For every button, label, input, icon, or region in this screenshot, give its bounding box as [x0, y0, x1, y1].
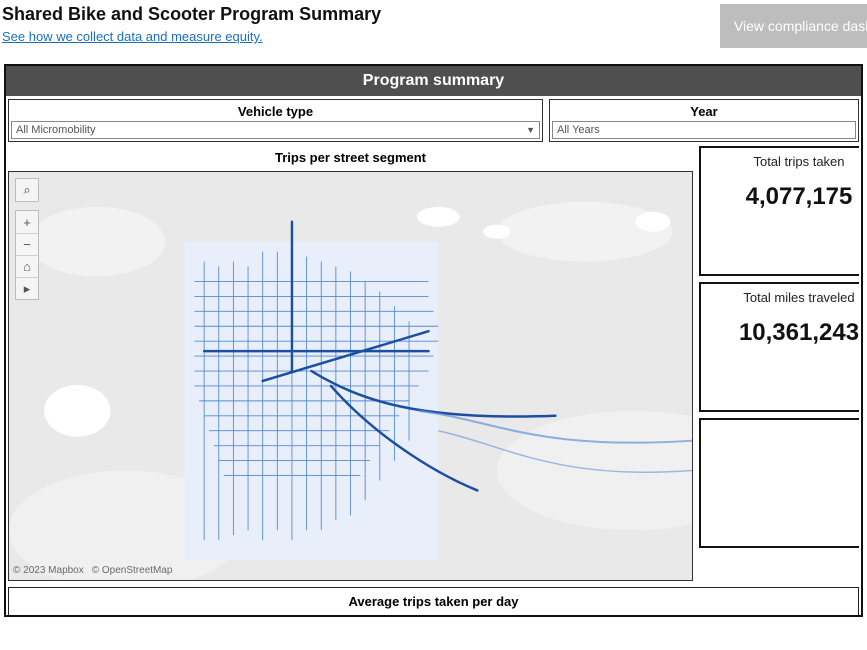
total-trips-value: 4,077,175 — [746, 183, 853, 211]
vehicle-type-value: All Micromobility — [16, 124, 95, 136]
total-trips-label: Total trips taken — [753, 154, 844, 169]
vehicle-type-label: Vehicle type — [9, 100, 542, 121]
year-filter: Year All Years — [549, 99, 859, 142]
view-compliance-button[interactable]: View compliance dash — [720, 4, 867, 48]
vehicle-type-filter: Vehicle type All Micromobility ▼ — [8, 99, 543, 142]
equity-link[interactable]: See how we collect data and measure equi… — [2, 29, 381, 44]
year-label: Year — [550, 100, 858, 121]
map-canvas — [9, 172, 692, 580]
map-play-button[interactable]: ▸ — [16, 277, 38, 299]
map-search-button[interactable]: ⌕ — [16, 179, 38, 201]
dashboard-panel: Program summary Vehicle type All Micromo… — [4, 64, 863, 617]
avg-trips-per-day-title: Average trips taken per day — [8, 587, 859, 615]
total-miles-value: 10,361,243 — [739, 319, 859, 347]
trips-map[interactable]: ⌕ + − ⌂ ▸ © 2023 Mapbox © OpenStreetMap — [8, 171, 693, 581]
map-zoom-in-button[interactable]: + — [16, 211, 38, 233]
map-title: Trips per street segment — [8, 144, 693, 171]
total-trips-card: Total trips taken 4,077,175 — [699, 146, 859, 276]
total-miles-card: Total miles traveled 10,361,243 — [699, 282, 859, 412]
dashboard-header: Program summary — [6, 66, 861, 96]
vehicle-type-select[interactable]: All Micromobility ▼ — [11, 121, 540, 139]
page-title: Shared Bike and Scooter Program Summary — [2, 4, 381, 25]
map-zoom-out-button[interactable]: − — [16, 233, 38, 255]
map-home-button[interactable]: ⌂ — [16, 255, 38, 277]
year-select[interactable]: All Years — [552, 121, 856, 139]
map-attribution-mapbox: © 2023 Mapbox — [13, 565, 84, 576]
total-miles-label: Total miles traveled — [743, 290, 854, 305]
chevron-down-icon: ▼ — [526, 125, 535, 135]
year-value: All Years — [557, 124, 600, 136]
map-attribution-osm: © OpenStreetMap — [92, 565, 173, 576]
average-card-partial: Average a — [699, 418, 859, 548]
